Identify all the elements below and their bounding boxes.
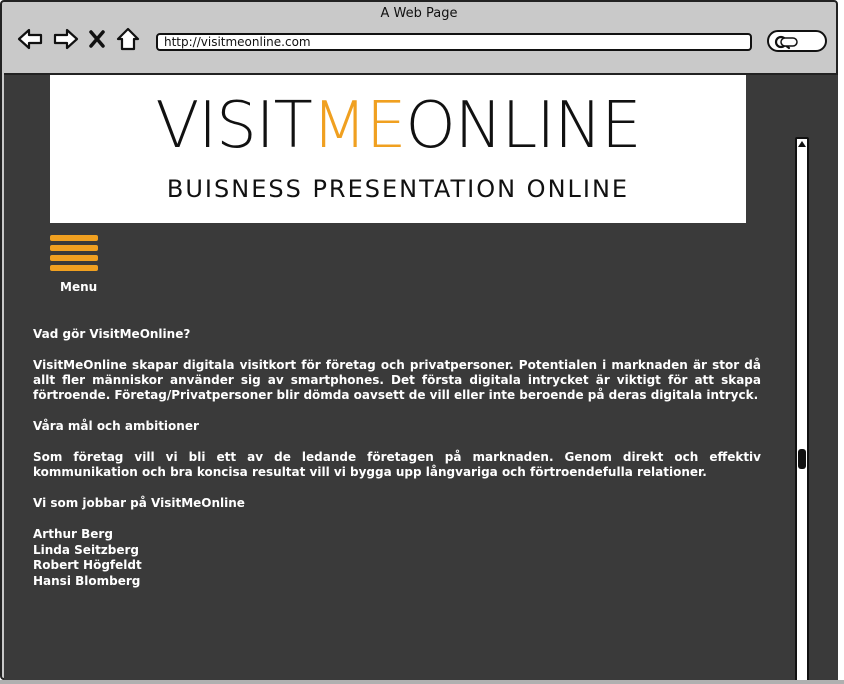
- forward-button[interactable]: [52, 25, 80, 53]
- browser-toolbar: [16, 24, 142, 54]
- team-member: Hansi Blomberg: [33, 573, 141, 588]
- browser-window: A Web Page http://visitmeonline.com VISI…: [0, 0, 838, 684]
- logo-online: ONLINE: [405, 89, 641, 163]
- logo-visit: VISIT: [155, 89, 313, 163]
- site-banner: VISITMEONLINE BUISNESS PRESENTATION ONLI…: [50, 75, 746, 223]
- search-icon: [774, 35, 798, 50]
- bottom-divider: [0, 680, 844, 684]
- site-logo[interactable]: VISITMEONLINE: [50, 81, 746, 171]
- menu-button[interactable]: [50, 235, 100, 275]
- section-heading-team: Vi som jobbar på VisitMeOnline: [33, 496, 245, 510]
- logo-me: ME: [311, 89, 407, 163]
- team-member: Arthur Berg: [33, 527, 113, 541]
- home-icon: [116, 27, 140, 51]
- site-tagline: BUISNESS PRESENTATION ONLINE: [166, 175, 630, 203]
- stop-button[interactable]: [88, 25, 106, 53]
- window-title: A Web Page: [380, 6, 458, 21]
- paragraph-goals: Som företag vill vi bli ett av de ledand…: [33, 450, 761, 479]
- team-list: Arthur Berg Linda Seitzberg Robert Högfe…: [33, 527, 761, 589]
- hamburger-icon: [50, 235, 100, 271]
- menu-label[interactable]: Menu: [60, 280, 97, 294]
- scroll-up-icon[interactable]: [797, 139, 807, 149]
- url-text: http://visitmeonline.com: [164, 35, 311, 49]
- section-heading-goals: Våra mål och ambitioner: [33, 419, 199, 433]
- page-viewport: VISITMEONLINE BUISNESS PRESENTATION ONLI…: [4, 73, 838, 684]
- team-member: Robert Högfeldt: [33, 558, 142, 572]
- close-icon: [89, 30, 105, 48]
- search-field[interactable]: [767, 30, 827, 52]
- arrow-left-icon: [17, 28, 43, 50]
- home-button[interactable]: [114, 25, 142, 53]
- vertical-scrollbar[interactable]: [795, 137, 809, 682]
- arrow-right-icon: [53, 28, 79, 50]
- team-member: Linda Seitzberg: [33, 542, 140, 557]
- address-bar[interactable]: http://visitmeonline.com: [156, 33, 752, 51]
- section-heading-about: Vad gör VisitMeOnline?: [33, 327, 191, 341]
- main-content: Vad gör VisitMeOnline? VisitMeOnline ska…: [33, 327, 761, 589]
- scrollbar-thumb[interactable]: [798, 449, 806, 469]
- back-button[interactable]: [16, 25, 44, 53]
- paragraph-about: VisitMeOnline skapar digitala visitkort …: [33, 358, 761, 402]
